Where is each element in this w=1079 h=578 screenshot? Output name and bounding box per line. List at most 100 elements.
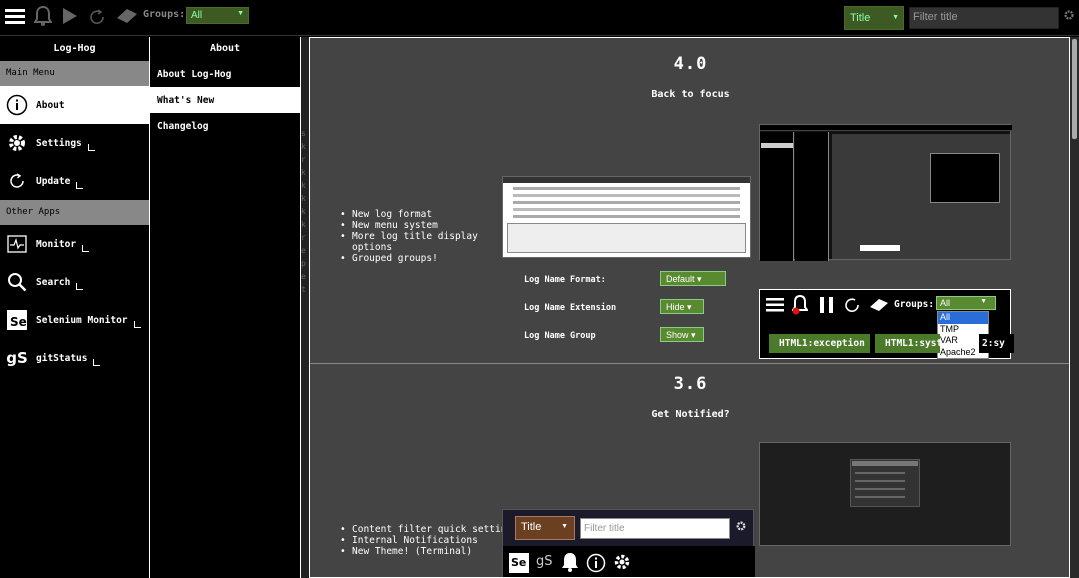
version-number: 4.0 (673, 54, 708, 74)
filter-input: Filter title (580, 518, 730, 539)
log-format-screenshot (502, 176, 751, 258)
submenu-item-about-log-hog[interactable]: About Log-Hog (150, 61, 300, 87)
menu-preview-screenshot (759, 124, 1012, 261)
hamburger-menu-icon (766, 298, 784, 315)
background-log-strip: s k r k k k k k r e p e t (301, 37, 309, 578)
dropdown-option: All (938, 312, 988, 324)
sidebar-item-label: gitStatus (36, 352, 88, 364)
refresh-icon[interactable] (88, 8, 106, 29)
version-subtitle: Back to focus (651, 89, 730, 100)
external-link-icon (76, 181, 84, 189)
select-value: All (940, 298, 951, 308)
groups-select: All ▼ (936, 296, 996, 310)
sidebar-item-settings[interactable]: Settings (0, 124, 149, 162)
pause-icon (820, 297, 834, 316)
external-link-icon (82, 244, 90, 252)
chevron-down-icon: ▼ (237, 10, 244, 17)
eraser-icon[interactable] (115, 8, 139, 27)
top-toolbar: Groups: All ▼ Title ▼ Filter title (0, 0, 1079, 36)
groups-select[interactable]: All ▼ (186, 7, 249, 24)
eraser-icon (868, 298, 890, 315)
external-link-icon (87, 143, 95, 151)
feature-list: New log format New menu system More log … (340, 209, 510, 264)
select-value: Hide (666, 302, 685, 312)
sidebar-item-monitor[interactable]: Monitor (0, 225, 149, 263)
log-name-group-select[interactable]: Show ▾ (660, 327, 704, 342)
submenu-item-whats-new[interactable]: What's New (150, 87, 300, 113)
list-item: New Theme! (Terminal) (340, 546, 518, 557)
filter-type-select: Title ▼ (515, 516, 575, 540)
groups-label: Groups: (143, 9, 186, 20)
version-section: 4.0 Back to focus New log format New men… (310, 38, 1069, 364)
option-label: Log Name Group (524, 331, 596, 341)
bell-icon (791, 294, 809, 318)
option-label: Log Name Extension (524, 303, 617, 313)
select-value: Show (666, 330, 689, 340)
log-name-format-select[interactable]: Default ▾ (660, 271, 726, 286)
play-icon[interactable] (62, 7, 78, 28)
list-item: New menu system (340, 220, 510, 231)
submenu-title: About (209, 43, 241, 54)
whats-new-content: 4.0 Back to focus New log format New men… (309, 37, 1070, 578)
version-subtitle: Get Notified? (651, 409, 730, 420)
sidebar-item-about[interactable]: About (0, 86, 149, 124)
list-item: Content filter quick settings (340, 524, 518, 535)
sidebar-item-label: Selenium Monitor (36, 314, 128, 326)
filter-type-value: Title (850, 12, 871, 24)
sidebar-item-label: Monitor (36, 238, 77, 250)
log-tag: HTML1:exception (769, 334, 870, 353)
filter-input[interactable]: Filter title (909, 7, 1059, 29)
content-scrollbar[interactable] (1070, 37, 1079, 578)
sidebar-item-label: Search (36, 276, 71, 288)
sidebar-item-gitstatus[interactable]: gS gitStatus (0, 339, 149, 377)
version-number: 3.6 (673, 374, 708, 394)
sidebar-title: Log-Hog (53, 43, 96, 54)
selenium-icon: Se (509, 553, 529, 573)
hamburger-menu-icon[interactable] (5, 8, 25, 27)
log-tag: HTML1:syste (875, 334, 940, 353)
sidebar-item-search[interactable]: Search (0, 263, 149, 301)
select-value: Title (521, 521, 542, 533)
main-sidebar: Log-Hog Main Menu About Settings Update … (0, 37, 150, 578)
sidebar-item-selenium-monitor[interactable]: Se Selenium Monitor (0, 301, 149, 339)
sidebar-item-update[interactable]: Update (0, 162, 149, 200)
sidebar-item-label: Update (36, 175, 71, 187)
bell-icon (561, 552, 579, 575)
external-link-icon (76, 282, 84, 290)
log-name-extension-select[interactable]: Hide ▾ (660, 299, 704, 314)
external-link-icon (93, 358, 101, 366)
gitstatus-icon: gS (536, 554, 553, 569)
search-icon (6, 271, 28, 293)
select-value: Default (666, 274, 695, 284)
about-submenu: About About Log-Hog What's New Changelog (150, 37, 301, 578)
groups-label: Groups: (894, 299, 935, 310)
notifications-screenshot (759, 442, 1011, 546)
sidebar-item-label: Settings (36, 137, 82, 149)
submenu-item-changelog[interactable]: Changelog (150, 113, 300, 139)
monitor-pulse-icon (6, 233, 28, 255)
sidebar-item-label: About (36, 99, 65, 111)
feature-list: Content filter quick settings Internal N… (340, 524, 518, 557)
filter-type-select[interactable]: Title ▼ (844, 6, 904, 30)
scrollbar-thumb[interactable] (1072, 39, 1077, 139)
selenium-icon: Se (6, 309, 28, 331)
info-icon (586, 553, 606, 576)
list-item: Grouped groups! (340, 253, 510, 264)
main-menu-section: Main Menu (0, 61, 149, 86)
gear-icon (736, 521, 746, 534)
other-apps-section: Other Apps (0, 200, 149, 225)
list-item: More log title display options (340, 231, 510, 253)
refresh-icon (844, 297, 860, 316)
groups-select-value: All (191, 10, 203, 21)
info-icon (6, 94, 28, 116)
gitstatus-icon: gS (6, 349, 28, 367)
chevron-down-icon: ▼ (892, 14, 899, 21)
log-tag: 2:sy (979, 334, 1014, 353)
external-link-icon (133, 320, 141, 328)
svg-text:Se: Se (10, 315, 27, 329)
list-item: New log format (340, 209, 510, 220)
refresh-icon (6, 170, 28, 192)
gear-icon[interactable] (1064, 10, 1074, 23)
gear-icon (613, 553, 631, 574)
bell-icon[interactable] (33, 5, 53, 30)
